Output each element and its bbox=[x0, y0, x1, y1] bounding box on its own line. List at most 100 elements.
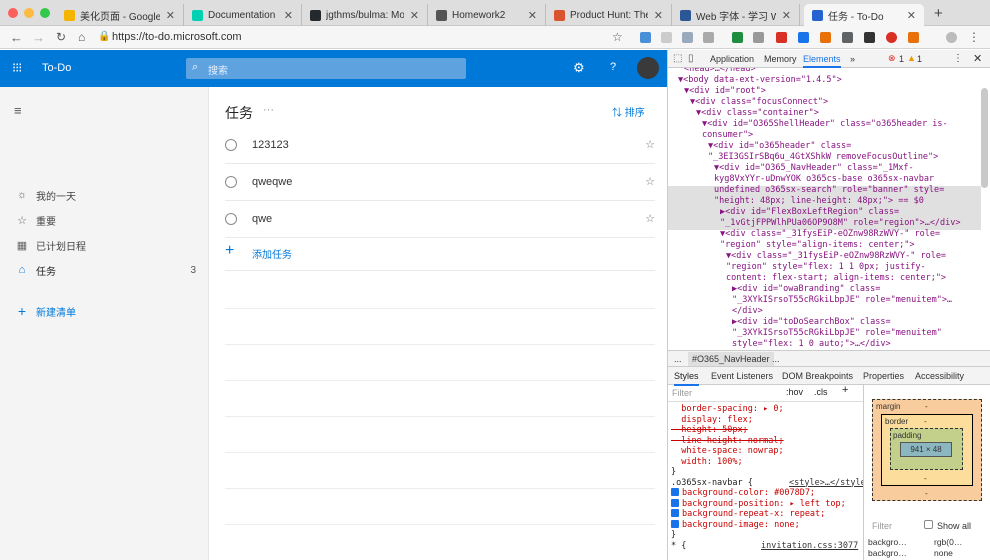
sort-button[interactable]: ⇅ 排序 bbox=[612, 104, 645, 119]
dom-node-line[interactable]: "region" style="align-items: center;"> bbox=[720, 240, 914, 251]
task-row[interactable]: qweqwe ☆ bbox=[225, 163, 655, 201]
style-rule-line[interactable]: background-image: none; bbox=[671, 519, 800, 531]
browser-tab[interactable]: Product Hunt: The best ✕ bbox=[546, 4, 672, 26]
dom-node-line[interactable]: undefined o365sx-search" role="banner" s… bbox=[714, 185, 944, 196]
dom-node-line[interactable]: style="flex: 1 0 auto;">…</div> bbox=[732, 339, 891, 350]
tab-elements[interactable]: Elements bbox=[803, 54, 841, 68]
extension-icon[interactable] bbox=[864, 32, 875, 43]
property-checkbox[interactable] bbox=[671, 509, 679, 517]
dom-node-line[interactable]: </div> bbox=[732, 306, 763, 317]
dom-node-line[interactable]: ▼<body data-ext-version="1.4.5"> bbox=[678, 75, 842, 86]
browser-tab[interactable]: Web 字体 - 学习 We ✕ bbox=[672, 4, 800, 26]
new-tab-button[interactable]: + bbox=[934, 5, 943, 22]
hamburger-icon[interactable]: ≡ bbox=[14, 103, 22, 118]
dom-node-line[interactable]: content: flex-start; align-items: center… bbox=[726, 273, 946, 284]
dom-node-line[interactable]: "_3XYkISrsoT55cRGkiLbpJE" role="menuitem… bbox=[732, 295, 952, 306]
style-rule-line[interactable]: * {invitation.css:3077 bbox=[671, 541, 858, 552]
extension-icon[interactable] bbox=[753, 32, 764, 43]
close-window-button[interactable] bbox=[8, 8, 18, 18]
tab-close-icon[interactable]: ✕ bbox=[654, 9, 663, 22]
inspect-icon[interactable]: ⬚ bbox=[673, 53, 682, 64]
maximize-window-button[interactable] bbox=[40, 8, 50, 18]
url-field[interactable]: https://to-do.microsoft.com bbox=[112, 31, 242, 43]
browser-tab[interactable]: jgthms/bulma: Mod ✕ bbox=[302, 4, 428, 26]
settings-gear-icon[interactable]: ⚙ bbox=[573, 60, 585, 76]
style-source-link[interactable]: <style>…</style> bbox=[789, 478, 863, 489]
tab-close-icon[interactable]: ✕ bbox=[284, 9, 293, 22]
search-box[interactable]: ⌕ 搜索 bbox=[186, 58, 466, 79]
style-rule-line[interactable]: background-color: #0078D7; bbox=[671, 488, 815, 499]
warning-icon[interactable]: ▲ bbox=[907, 53, 916, 63]
dom-node-line[interactable]: ▼<div id="o365header" class= bbox=[708, 141, 851, 152]
style-rule-line[interactable]: display: flex; bbox=[671, 415, 753, 426]
home-icon[interactable]: ⌂ bbox=[78, 30, 85, 44]
bookmark-star-icon[interactable]: ☆ bbox=[612, 30, 623, 44]
extension-icon[interactable] bbox=[661, 32, 672, 43]
dom-node-line[interactable]: "_3EI3GSIrSBq6u_4GtXShkW removeFocusOutl… bbox=[708, 152, 938, 163]
tab-close-icon[interactable]: ✕ bbox=[410, 9, 419, 22]
new-list-button[interactable]: + 新建清单 bbox=[14, 302, 196, 320]
extension-icon[interactable] bbox=[732, 32, 743, 43]
dom-node-line[interactable]: consumer"> bbox=[702, 130, 753, 141]
tab-close-icon[interactable]: ✕ bbox=[166, 9, 175, 22]
complete-checkbox[interactable] bbox=[225, 176, 237, 188]
extension-icon[interactable] bbox=[842, 32, 853, 43]
sidebar-item[interactable]: ⌂ 任务 3 bbox=[14, 261, 196, 279]
cls-toggle[interactable]: .cls bbox=[814, 387, 828, 398]
menu-icon[interactable]: ⋮ bbox=[968, 30, 980, 44]
profile-icon[interactable] bbox=[946, 32, 957, 43]
sidebar-item[interactable]: ☆ 重要 bbox=[14, 211, 196, 229]
star-icon[interactable]: ☆ bbox=[645, 212, 655, 225]
dom-node-line[interactable]: "region" style="flex: 1 1 0px; justify- bbox=[726, 262, 926, 273]
property-checkbox[interactable] bbox=[671, 498, 679, 507]
tab-application[interactable]: Application bbox=[710, 54, 754, 64]
dom-node-line[interactable]: ▼<div id="O365_NavHeader" class="_1Mxf- bbox=[714, 163, 914, 174]
style-rule-line[interactable]: } bbox=[671, 467, 676, 478]
tab-more[interactable]: » bbox=[850, 54, 855, 64]
tab-event-listeners[interactable]: Event Listeners bbox=[711, 371, 773, 381]
browser-tab[interactable]: Documentation | Bu ✕ bbox=[184, 4, 302, 26]
browser-tab[interactable]: Homework2 ✕ bbox=[428, 4, 546, 26]
star-icon[interactable]: ☆ bbox=[645, 138, 655, 151]
sidebar-item[interactable]: ▦ 已计划日程 bbox=[14, 236, 196, 254]
style-rule-line[interactable]: } bbox=[671, 530, 676, 541]
tab-dom-breakpoints[interactable]: DOM Breakpoints bbox=[782, 371, 853, 381]
forward-icon[interactable]: → bbox=[32, 30, 45, 45]
dom-node-line[interactable]: ▶<div id="FlexBoxLeftRegion" class= bbox=[720, 207, 899, 218]
dom-node-line[interactable]: ▼<div class="focusConnect"> bbox=[690, 97, 828, 108]
complete-checkbox[interactable] bbox=[225, 213, 237, 225]
reload-icon[interactable]: ↻ bbox=[56, 30, 66, 44]
dom-node-line[interactable]: ▼<div class="_31fysEiP-eOZnw98RzWVY-" ro… bbox=[720, 229, 940, 240]
scrollbar[interactable] bbox=[981, 88, 988, 188]
minimize-window-button[interactable] bbox=[24, 8, 34, 18]
task-row[interactable]: 123123 ☆ bbox=[225, 126, 655, 164]
extension-icon[interactable] bbox=[798, 32, 809, 43]
computed-property[interactable]: backgro… rgb(0… bbox=[868, 537, 988, 547]
style-rule-line[interactable]: line-height: normal; bbox=[671, 436, 783, 447]
style-rule-line[interactable]: background-position: ▸ left top; bbox=[671, 498, 846, 510]
style-rule-line[interactable]: white-space: nowrap; bbox=[671, 446, 783, 457]
tab-properties[interactable]: Properties bbox=[863, 371, 904, 381]
device-toggle-icon[interactable]: ▯ bbox=[688, 53, 694, 64]
extension-icon[interactable] bbox=[908, 32, 919, 43]
tab-styles[interactable]: Styles bbox=[674, 371, 699, 386]
browser-tab[interactable]: 美化页面 - Google ✕ bbox=[56, 4, 184, 26]
list-more-button[interactable]: ··· bbox=[263, 104, 274, 116]
tab-close-icon[interactable]: ✕ bbox=[907, 9, 916, 22]
breadcrumb-node[interactable]: #O365_NavHeader bbox=[688, 352, 774, 366]
breadcrumb-start[interactable]: ... bbox=[674, 354, 682, 364]
tab-accessibility[interactable]: Accessibility bbox=[915, 371, 964, 381]
styles-filter-input[interactable]: Filter bbox=[672, 388, 692, 399]
tab-memory[interactable]: Memory bbox=[764, 54, 797, 64]
style-source-link[interactable]: invitation.css:3077 bbox=[761, 541, 858, 552]
style-rule-line[interactable]: width: 100%; bbox=[671, 457, 742, 468]
back-icon[interactable]: ← bbox=[10, 30, 23, 45]
dom-node-line[interactable]: "_3XYkISrsoT55cRGkiLbpJE" role="menuitem… bbox=[732, 328, 942, 339]
help-button[interactable]: ? bbox=[610, 61, 616, 73]
extension-icon[interactable] bbox=[682, 32, 693, 43]
hov-toggle[interactable]: :hov bbox=[786, 387, 803, 398]
extension-icon[interactable] bbox=[886, 32, 897, 43]
avatar[interactable] bbox=[637, 57, 659, 79]
star-icon[interactable]: ☆ bbox=[645, 175, 655, 188]
tab-close-icon[interactable]: ✕ bbox=[782, 9, 791, 22]
